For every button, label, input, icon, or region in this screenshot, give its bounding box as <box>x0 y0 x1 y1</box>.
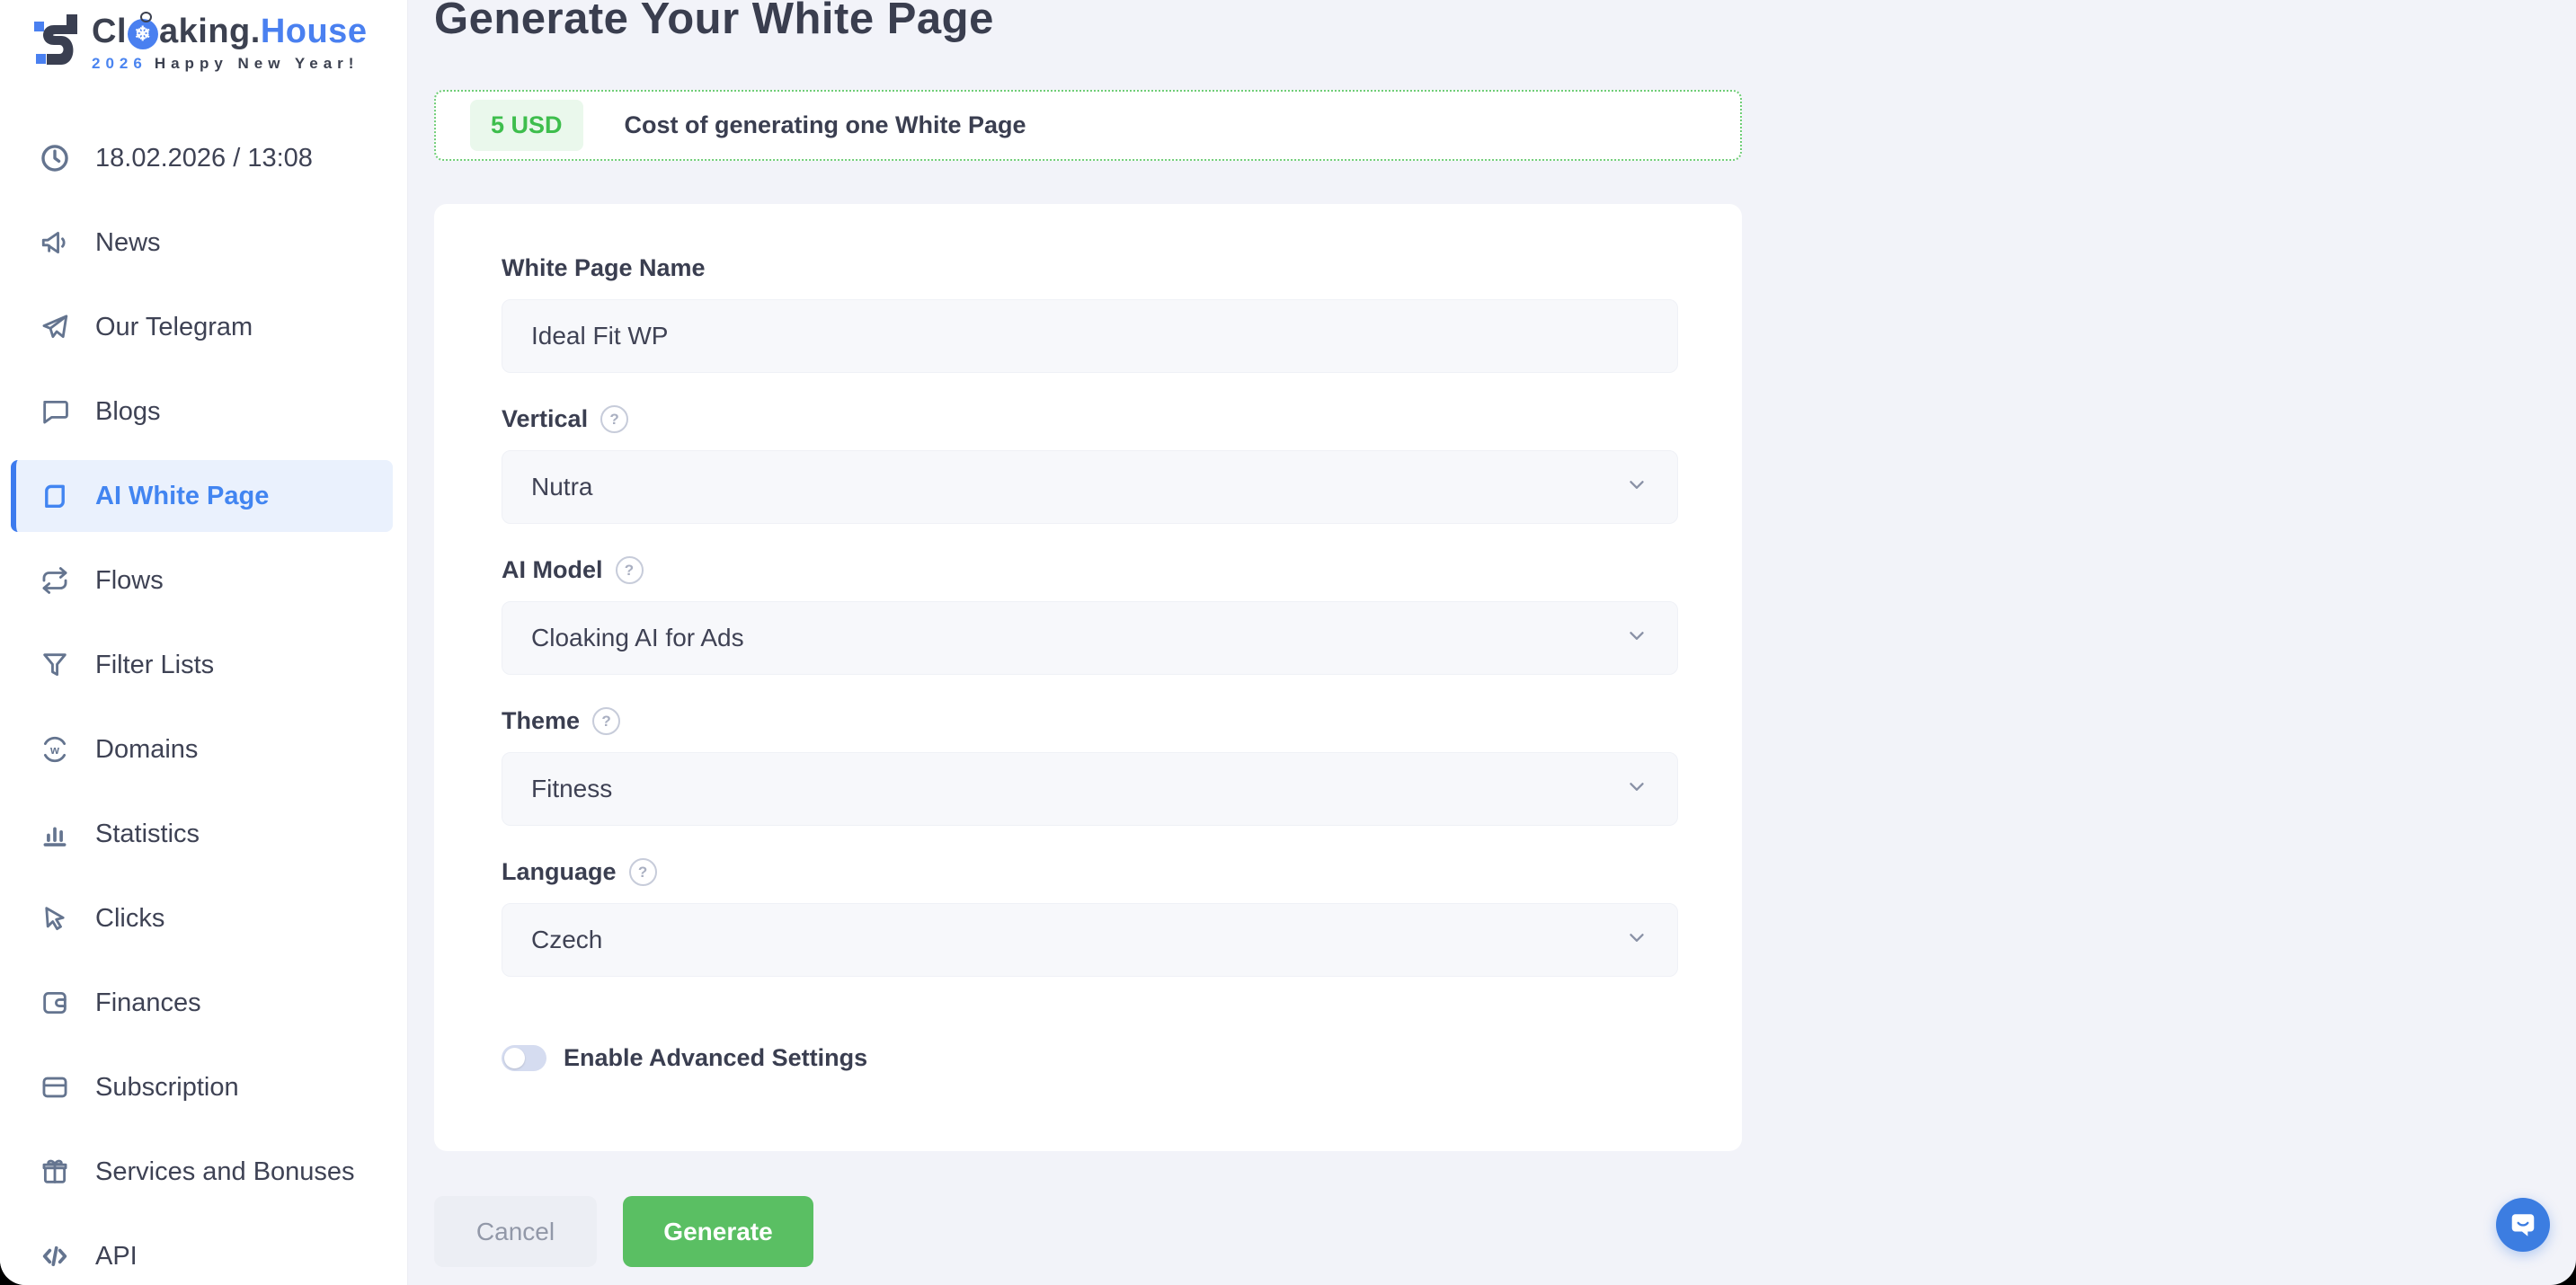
sidebar-item-flows[interactable]: Flows <box>0 545 407 616</box>
field-label: White Page Name <box>502 254 706 282</box>
sidebar-item-label: Services and Bonuses <box>95 1157 355 1187</box>
clock-icon <box>40 143 70 173</box>
chevron-down-icon <box>1625 926 1648 955</box>
field-language: Language ? Czech <box>502 858 1678 977</box>
help-icon[interactable]: ? <box>616 556 644 584</box>
sidebar-item-api[interactable]: API <box>0 1220 407 1285</box>
code-icon <box>40 1241 70 1272</box>
chevron-down-icon <box>1625 624 1648 653</box>
select-value: Nutra <box>531 473 592 501</box>
sidebar-item-label: Subscription <box>95 1073 239 1103</box>
sidebar-item-label: Finances <box>95 988 201 1018</box>
field-ai-model: AI Model ? Cloaking AI for Ads <box>502 556 1678 675</box>
sidebar-item-statistics[interactable]: Statistics <box>0 798 407 870</box>
sidebar-item-our-telegram[interactable]: Our Telegram <box>0 291 407 363</box>
cost-badge: 5 USD <box>470 100 583 151</box>
field-white-page-name: White Page Name <box>502 254 1678 373</box>
credit-card-icon <box>40 1072 70 1103</box>
page-title: Generate Your White Page <box>434 0 2576 44</box>
help-icon[interactable]: ? <box>629 858 657 886</box>
theme-select[interactable]: Fitness <box>502 752 1678 826</box>
select-value: Fitness <box>531 775 612 803</box>
sidebar-item-filter-lists[interactable]: Filter Lists <box>0 629 407 701</box>
brand-part: Cl <box>92 14 127 49</box>
sidebar-item-label: Flows <box>95 566 164 596</box>
cursor-icon <box>40 903 70 934</box>
brand-accent: House <box>261 14 368 49</box>
field-label: Theme <box>502 707 580 735</box>
field-label: Language <box>502 858 617 886</box>
sidebar-item-label: Statistics <box>95 820 200 849</box>
greeting-year: 2026 <box>92 55 147 72</box>
vertical-select[interactable]: Nutra <box>502 450 1678 524</box>
cancel-button[interactable]: Cancel <box>434 1196 597 1267</box>
chat-launcher-button[interactable] <box>2496 1198 2550 1252</box>
cost-text: Cost of generating one White Page <box>625 111 1026 139</box>
chevron-down-icon <box>1625 473 1648 502</box>
greeting-text: Happy New Year! <box>155 55 360 72</box>
sidebar-item-ai-white-page[interactable]: AI White Page <box>11 460 393 532</box>
sidebar-item-label: Our Telegram <box>95 313 253 342</box>
wallet-icon <box>40 988 70 1018</box>
chat-bubble-smile-icon <box>2509 1210 2537 1239</box>
sidebar-menu: 18.02.2026 / 13:08 News Our Telegram Blo… <box>0 122 407 1285</box>
sidebar-item-domains[interactable]: w Domains <box>0 713 407 785</box>
advanced-settings-row: Enable Advanced Settings <box>502 1044 1678 1072</box>
logo[interactable]: Cl❄aking.House 2026 Happy New Year! <box>32 14 367 71</box>
field-theme: Theme ? Fitness <box>502 707 1678 826</box>
white-page-name-input[interactable] <box>502 299 1678 373</box>
logo-mark-icon <box>32 14 79 69</box>
svg-text:w: w <box>49 743 59 757</box>
form-actions: Cancel Generate <box>434 1196 2576 1267</box>
language-select[interactable]: Czech <box>502 903 1678 977</box>
toggle-knob <box>504 1048 525 1068</box>
field-label: AI Model <box>502 556 603 584</box>
logo-text: Cl❄aking.House 2026 Happy New Year! <box>92 14 367 71</box>
logo-greeting: 2026 Happy New Year! <box>92 56 367 71</box>
field-label: Vertical <box>502 405 588 433</box>
gift-icon <box>40 1156 70 1187</box>
sidebar-item-label: 18.02.2026 / 13:08 <box>95 144 313 173</box>
sidebar-item-finances[interactable]: Finances <box>0 967 407 1039</box>
sidebar-item-label: AI White Page <box>95 482 269 511</box>
bar-chart-icon <box>40 819 70 849</box>
ai-model-select[interactable]: Cloaking AI for Ads <box>502 601 1678 675</box>
sidebar-item-label: Filter Lists <box>95 651 214 680</box>
help-icon[interactable]: ? <box>600 405 628 433</box>
funnel-icon <box>40 650 70 680</box>
sidebar-item-label: API <box>95 1242 138 1272</box>
advanced-settings-toggle[interactable] <box>502 1045 546 1071</box>
generate-button[interactable]: Generate <box>623 1196 813 1267</box>
app-window: Cl❄aking.House 2026 Happy New Year! 18.02… <box>0 0 2576 1285</box>
sidebar-item-label: Blogs <box>95 397 161 427</box>
snowflake-ornament-icon: ❄ <box>128 19 158 49</box>
cost-banner: 5 USD Cost of generating one White Page <box>434 90 1742 161</box>
help-icon[interactable]: ? <box>592 707 620 735</box>
sidebar: Cl❄aking.House 2026 Happy New Year! 18.02… <box>0 0 408 1285</box>
sidebar-item-label: News <box>95 228 161 258</box>
chevron-down-icon <box>1625 775 1648 804</box>
sidebar-item-subscription[interactable]: Subscription <box>0 1051 407 1123</box>
sidebar-item-clicks[interactable]: Clicks <box>0 882 407 954</box>
page-icon <box>40 481 70 511</box>
sidebar-item-label: Clicks <box>95 904 164 934</box>
sidebar-item-label: Domains <box>95 735 198 765</box>
paper-plane-icon <box>40 312 70 342</box>
globe-w-icon: w <box>40 734 70 765</box>
sidebar-item-services-and-bonuses[interactable]: Services and Bonuses <box>0 1136 407 1208</box>
repeat-icon <box>40 565 70 596</box>
sidebar-item-datetime: 18.02.2026 / 13:08 <box>0 122 407 194</box>
white-page-form-card: White Page Name Vertical ? Nutra <box>434 204 1742 1151</box>
toggle-label: Enable Advanced Settings <box>564 1044 867 1072</box>
chat-bubble-icon <box>40 396 70 427</box>
sidebar-item-blogs[interactable]: Blogs <box>0 376 407 448</box>
brand-part: aking. <box>159 14 261 49</box>
sidebar-item-news[interactable]: News <box>0 207 407 279</box>
select-value: Czech <box>531 926 602 954</box>
field-vertical: Vertical ? Nutra <box>502 405 1678 524</box>
select-value: Cloaking AI for Ads <box>531 624 744 652</box>
main-content: Generate Your White Page 5 USD Cost of g… <box>407 0 2576 1285</box>
megaphone-icon <box>40 227 70 258</box>
